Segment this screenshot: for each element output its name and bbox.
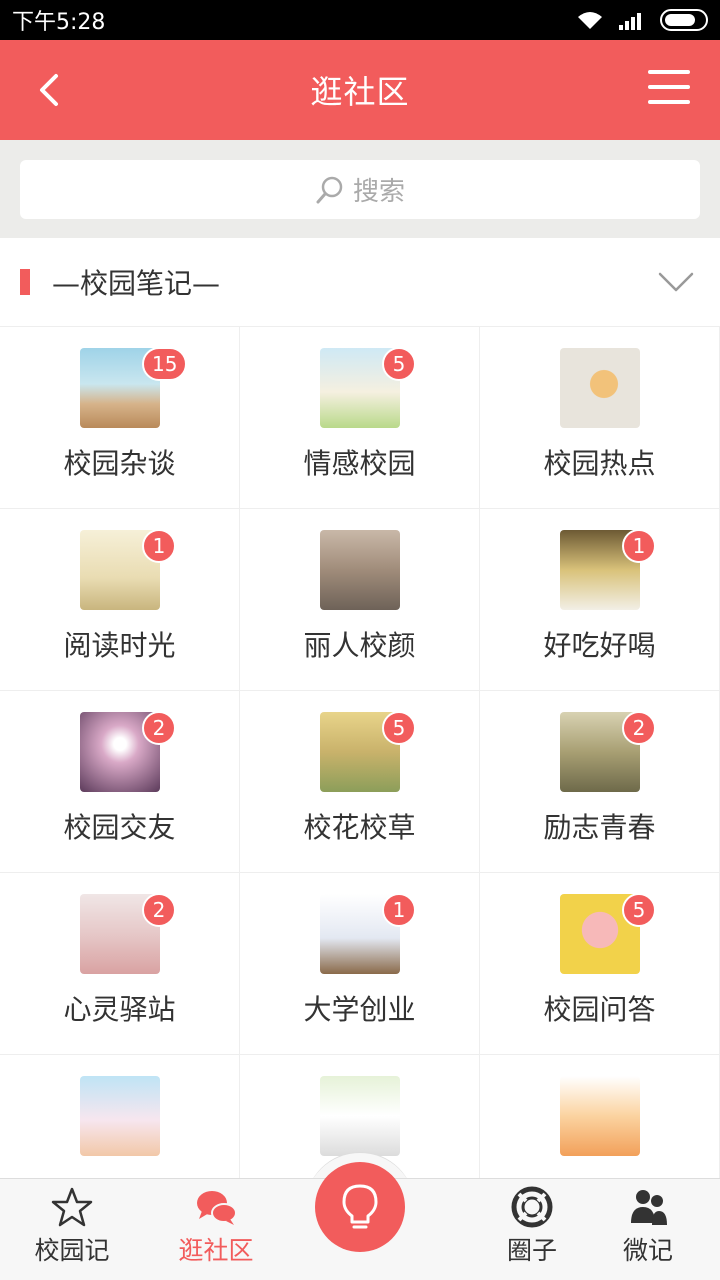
- section-title: —校园笔记—: [52, 267, 221, 300]
- lightbulb-button[interactable]: [315, 1162, 405, 1252]
- unread-badge: 15: [142, 347, 188, 381]
- screen: 下午5:28 逛社区 搜索 —校园笔记— 15 校园杂谈 5 情感校园 校园热点…: [0, 0, 720, 1280]
- grid-item[interactable]: 1 好吃好喝: [480, 509, 720, 691]
- unread-badge: 2: [622, 711, 656, 745]
- tab-campus-notes[interactable]: 校园记: [12, 1185, 132, 1267]
- grid-item[interactable]: 2 心灵驿站: [0, 873, 240, 1055]
- grid-item[interactable]: 2 励志青春: [480, 691, 720, 873]
- grid-item[interactable]: 5 情感校园: [240, 327, 480, 509]
- category-label: 校园杂谈: [63, 447, 176, 480]
- grid-item[interactable]: 校园热点: [480, 327, 720, 509]
- wifi-icon: [578, 12, 602, 29]
- category-label: 情感校园: [303, 447, 416, 480]
- menu-icon[interactable]: [648, 70, 690, 104]
- tab-community[interactable]: 逛社区: [156, 1185, 276, 1267]
- battery-icon: [660, 9, 708, 31]
- tab-circles[interactable]: 圈子: [472, 1185, 592, 1267]
- category-thumbnail: [319, 530, 400, 610]
- unread-badge: 5: [382, 347, 416, 381]
- category-label: 心灵驿站: [63, 993, 176, 1026]
- category-label: 校园热点: [543, 447, 656, 480]
- unread-badge: 5: [622, 893, 656, 927]
- category-label: 好吃好喝: [543, 629, 656, 662]
- tab-label: 圈子: [506, 1236, 557, 1265]
- status-icons: [576, 9, 708, 31]
- grid-item[interactable]: 15 校园杂谈: [0, 327, 240, 509]
- search-placeholder: 搜索: [352, 177, 405, 207]
- category-label: 校花校草: [303, 811, 416, 844]
- status-time: 下午5:28: [12, 10, 106, 35]
- grid-item[interactable]: 5 校花校草: [240, 691, 480, 873]
- tab-label: 微记: [622, 1236, 673, 1265]
- star-icon: [51, 1187, 93, 1227]
- section-header[interactable]: —校园笔记—: [0, 238, 720, 327]
- unread-badge: 2: [142, 711, 176, 745]
- grid-item[interactable]: 丽人校颜: [240, 509, 480, 691]
- grid-item[interactable]: 5 校园问答: [480, 873, 720, 1055]
- category-label: 阅读时光: [63, 629, 176, 662]
- category-label: 校园问答: [543, 993, 656, 1026]
- grid-item[interactable]: 1 阅读时光: [0, 509, 240, 691]
- category-thumbnail: [79, 1076, 160, 1156]
- status-bar: 下午5:28: [0, 0, 720, 40]
- grid-item[interactable]: 2 校园交友: [0, 691, 240, 873]
- tab-label: 校园记: [34, 1236, 110, 1265]
- search-area: 搜索: [0, 140, 720, 238]
- tab-label: 逛社区: [178, 1236, 254, 1265]
- search-input[interactable]: 搜索: [20, 160, 700, 219]
- tab-micro-notes[interactable]: 微记: [588, 1185, 708, 1267]
- chevron-down-icon[interactable]: [656, 262, 696, 302]
- grid-item[interactable]: 1 大学创业: [240, 873, 480, 1055]
- section-marker: [20, 269, 30, 295]
- category-label: 校园交友: [63, 811, 176, 844]
- unread-badge: 5: [382, 711, 416, 745]
- category-label: 丽人校颜: [303, 629, 416, 662]
- category-thumbnail: [319, 1076, 400, 1156]
- search-icon: [316, 176, 343, 203]
- unread-badge: 1: [622, 529, 656, 563]
- category-thumbnail: [559, 348, 640, 428]
- lifebuoy-icon: [511, 1186, 553, 1228]
- page-title: 逛社区: [310, 73, 410, 111]
- unread-badge: 1: [382, 893, 416, 927]
- chat-icon: [197, 1191, 237, 1225]
- category-label: 大学创业: [303, 993, 416, 1026]
- app-header: 逛社区: [0, 40, 720, 140]
- signal-icon: [619, 13, 641, 30]
- back-icon[interactable]: [32, 70, 72, 110]
- category-label: 励志青春: [543, 811, 656, 844]
- users-icon: [631, 1190, 667, 1225]
- unread-badge: 1: [142, 529, 176, 563]
- category-grid: 15 校园杂谈 5 情感校园 校园热点 1 阅读时光 丽人校颜 1 好吃好喝 2 校园交友 5 校花校草 2…: [0, 327, 720, 1237]
- category-thumbnail: [559, 1076, 640, 1156]
- lightbulb-icon: [342, 1184, 378, 1229]
- unread-badge: 2: [142, 893, 176, 927]
